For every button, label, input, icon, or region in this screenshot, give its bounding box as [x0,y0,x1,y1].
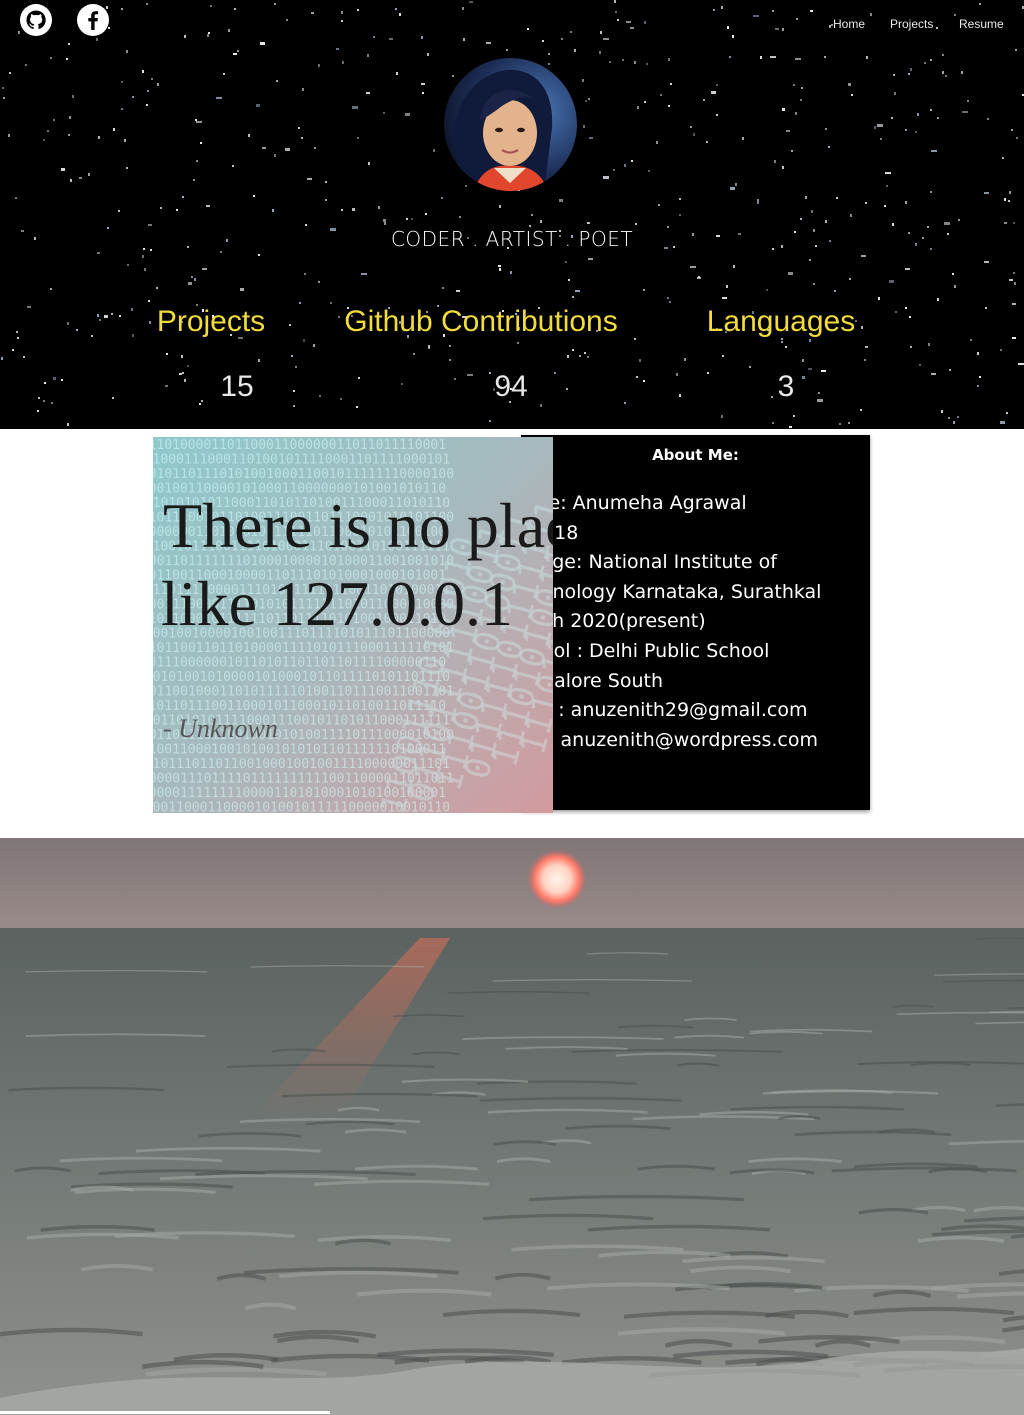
facebook-icon [77,4,109,36]
stat-value-languages: 3 [777,370,795,403]
quote-line-2: like 127.0.0.1 [161,568,513,639]
about-card: About Me: me: Anumeha Agrawal e: 18 lleg… [521,435,870,810]
svg-text:101011011101010010001100101111: 1010110111010100100011001011111110000100 [153,467,454,482]
about-line: hool : Delhi Public School [530,639,770,662]
stat-value-projects: 15 [220,370,254,403]
stat-value-github: 94 [494,370,528,403]
nav-resume[interactable]: Resume [959,17,1004,31]
about-line: g : anuzenith@wordpress.com [530,728,819,751]
svg-text:101000111000110100101111000110: 1010001110001101001011110001101111000101 [153,453,450,468]
about-line: e: 18 [530,521,579,544]
nav-home[interactable]: Home [833,17,865,31]
profile-avatar [444,58,577,191]
quote-line-1: There is no place [163,490,553,561]
about-details: me: Anumeha Agrawal e: 18 llege: Nationa… [530,489,870,755]
svg-text:111101000011011000110000001101: 1111010000110110001100000011011011110001 [153,438,446,453]
stat-label-projects: Projects [156,305,266,338]
facebook-link[interactable] [76,3,110,37]
about-title: About Me: [652,446,739,464]
github-link[interactable] [19,3,53,37]
quote-author: - Unknown [163,714,278,743]
svg-text:000101001010000101000101101111: 0001010010100001010001011011110101101110 [153,670,450,685]
about-line: ech 2020(present) [530,610,706,633]
svg-text:000111000000101101011011011011: 0001110000001011010110110110111100000110 [153,656,446,671]
tagline: CODER . ARTIST . POET [390,227,634,251]
scroll-indicator [0,1411,330,1414]
quote-image: 1111010000110110001100000011011011110001… [153,437,553,813]
nav-projects[interactable]: Projects [890,17,933,31]
about-line: me: Anumeha Agrawal [530,492,747,514]
about-line: llege: National Institute of [530,551,777,574]
about-line: chnology Karnataka, Surathkal [530,580,822,603]
github-icon [20,4,52,36]
stat-label-languages: Languages [706,305,856,338]
hero-section: Home Projects Resume CODER . ARTIST . PO… [0,0,1024,429]
sunset-sea-photo [0,838,1024,1415]
about-line: ail : anuzenith29@gmail.com [530,699,808,722]
stat-label-github: Github Contributions [344,305,618,338]
about-line: ngalore South [530,669,663,692]
svg-text:010110011011010000111101011100: 0101100110110100001111010111000111110101 [153,641,454,656]
